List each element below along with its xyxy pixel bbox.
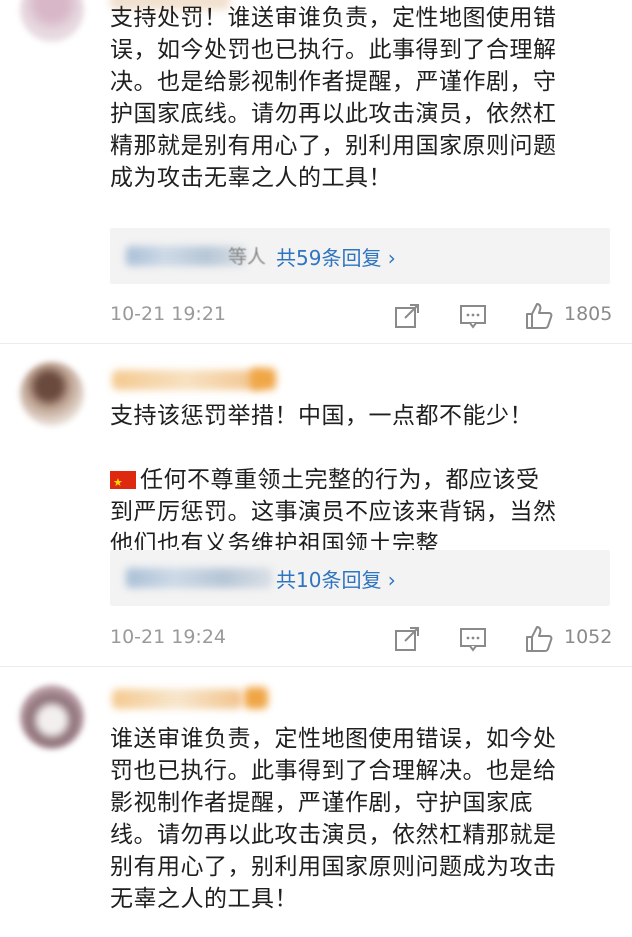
avatar[interactable] — [20, 685, 84, 749]
timestamp: 10-21 19:24 — [110, 626, 227, 648]
avatar[interactable] — [20, 0, 84, 42]
comment-3: 谁送审谁负责，定性地图使用错误，如今处 罚也已执行。此事得到了合理解决。也是给 … — [0, 667, 632, 937]
comment-text-rest: 任何不尊重领土完整的行为，都应该受 到严厉惩罚。这事演员不应该来背锅，当然 他们… — [110, 467, 557, 557]
comment-1: 支持处罚！谁送审谁负责，定性地图使用错 误，如今处罚也已执行。此事得到了合理解 … — [0, 0, 632, 345]
view-replies-link[interactable]: 共10条回复 › — [276, 564, 396, 593]
reply-preview[interactable]: 共10条回复 › — [110, 550, 610, 606]
china-flag-emoji — [110, 467, 136, 499]
comment-2: 支持该惩罚举措！中国，一点都不能少！ 任何不尊重领土完整的行为，都应该受 到严厉… — [0, 344, 632, 664]
reply-who-suffix: 等人 — [228, 246, 267, 268]
thumbs-up-icon[interactable] — [524, 301, 554, 331]
view-replies-link[interactable]: 共59条回复 › — [276, 242, 396, 271]
comment-text: 任何不尊重领土完整的行为，都应该受 到严厉惩罚。这事演员不应该来背锅，当然 他们… — [110, 432, 620, 560]
comment-text: 谁送审谁负责，定性地图使用错误，如今处 罚也已执行。此事得到了合理解决。也是给 … — [110, 726, 557, 912]
reply-usernames — [126, 568, 272, 588]
username[interactable] — [112, 689, 242, 709]
share-icon[interactable] — [392, 301, 422, 331]
comment-meta: 10-21 19:24 1052 — [110, 624, 622, 654]
like-count: 1052 — [564, 626, 613, 648]
avatar[interactable] — [20, 362, 84, 426]
comment-icon[interactable] — [458, 301, 488, 331]
user-badge — [244, 687, 268, 709]
user-badge — [250, 368, 276, 390]
reply-preview[interactable]: 等人 共59条回复 › — [110, 228, 610, 284]
comment-icon[interactable] — [458, 624, 488, 654]
share-icon[interactable] — [392, 624, 422, 654]
comment-meta: 10-21 19:21 1805 — [110, 301, 622, 331]
comment-text-line1: 支持该惩罚举措！中国，一点都不能少！ — [110, 403, 533, 429]
thumbs-up-icon[interactable] — [524, 624, 554, 654]
comment-text: 支持处罚！谁送审谁负责，定性地图使用错 误，如今处罚也已执行。此事得到了合理解 … — [110, 5, 557, 191]
timestamp: 10-21 19:21 — [110, 303, 227, 325]
username[interactable] — [112, 370, 262, 390]
like-count: 1805 — [564, 303, 613, 325]
